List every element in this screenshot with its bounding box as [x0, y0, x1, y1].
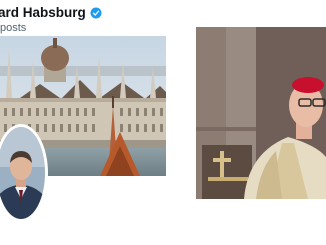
profile-photo — [0, 127, 45, 219]
verified-badge-icon — [90, 7, 102, 18]
profile-card: ard Habsburg posts — [0, 0, 168, 230]
cardinal-portrait-photo — [196, 27, 326, 199]
profile-display-name[interactable]: ard Habsburg — [0, 5, 86, 20]
profile-avatar[interactable] — [0, 124, 48, 222]
profile-header: ard Habsburg — [0, 5, 102, 20]
cardinal-photo[interactable] — [196, 27, 326, 199]
post-count-label: posts — [0, 22, 27, 34]
post-count: posts — [0, 22, 26, 34]
